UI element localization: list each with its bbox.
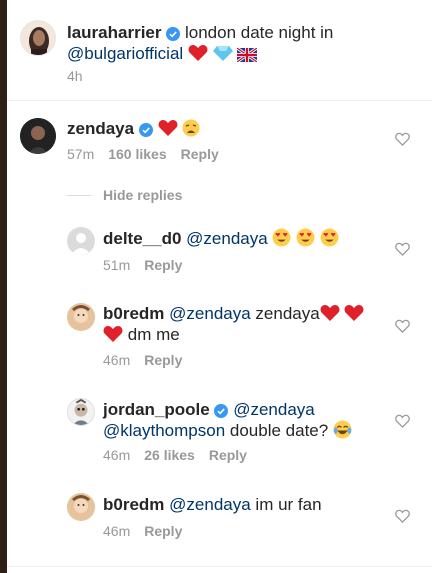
reply-button[interactable]: Reply xyxy=(144,257,182,273)
reply-button[interactable]: Reply xyxy=(144,352,182,368)
heart-outline-icon[interactable] xyxy=(395,509,410,523)
post-time: 4h xyxy=(67,68,83,84)
hide-replies-button[interactable]: Hide replies xyxy=(103,187,182,203)
mention-zendaya[interactable]: @zendaya xyxy=(186,229,268,248)
reply-button[interactable]: Reply xyxy=(181,146,219,162)
red-heart-emoji xyxy=(103,326,123,342)
reply-button[interactable]: Reply xyxy=(144,523,182,539)
heart-eyes-emoji xyxy=(320,228,339,247)
heart-eyes-emoji xyxy=(272,228,291,247)
comment-zendaya-meta: 57m 160 likes Reply xyxy=(67,146,219,162)
reply-text: double date? xyxy=(229,421,329,440)
avatar-zendaya[interactable] xyxy=(20,118,56,154)
verified-badge-icon xyxy=(214,404,229,418)
reply-jordan_poole-text: jordan_poole @zendaya @klaythompson doub… xyxy=(103,399,383,441)
comment-zendaya-text: zendaya xyxy=(67,118,200,139)
avatar-jordan_poole[interactable] xyxy=(67,398,95,426)
heart-outline-icon[interactable] xyxy=(395,319,410,333)
heart-outline-icon[interactable] xyxy=(395,242,410,256)
reply-delte__d0-meta: 51m Reply xyxy=(103,257,183,273)
left-edge-bar xyxy=(0,0,7,573)
reply-text: im ur fan xyxy=(255,495,322,514)
username-lauraharrier[interactable]: lauraharrier xyxy=(67,23,162,42)
avatar-b0redm[interactable] xyxy=(67,303,95,331)
weary-face-emoji xyxy=(182,119,200,137)
mention-zendaya[interactable]: @zendaya xyxy=(169,304,251,323)
gem-emoji xyxy=(212,46,233,61)
avatar-delte__d0[interactable] xyxy=(67,227,95,255)
red-heart-emoji xyxy=(188,45,208,61)
red-heart-emoji xyxy=(344,305,364,321)
reply-text: zendaya xyxy=(255,304,320,323)
reply-delte__d0-text: delte__d0 @zendaya xyxy=(103,228,339,249)
username-b0redm[interactable]: b0redm xyxy=(103,304,164,323)
heart-outline-icon[interactable] xyxy=(395,414,410,428)
reply-b0redm-2-meta: 46m Reply xyxy=(103,523,183,539)
username-zendaya[interactable]: zendaya xyxy=(67,119,134,138)
reply-button[interactable]: Reply xyxy=(209,447,247,463)
bottom-divider xyxy=(7,566,432,567)
likes-count[interactable]: 26 likes xyxy=(144,447,195,463)
reply-jordan_poole-meta: 46m 26 likes Reply xyxy=(103,447,247,463)
caption-divider xyxy=(7,100,432,101)
reply-b0redm-meta: 46m Reply xyxy=(103,352,183,368)
username-b0redm[interactable]: b0redm xyxy=(103,495,164,514)
reply-b0redm-2-text: b0redm @zendaya im ur fan xyxy=(103,494,322,515)
red-heart-emoji xyxy=(158,120,178,136)
laughing-tears-emoji xyxy=(333,420,352,439)
reply-text-line-2: dm me xyxy=(127,325,180,344)
heart-outline-icon[interactable] xyxy=(395,132,410,146)
mention-zendaya[interactable]: @zendaya xyxy=(169,495,251,514)
username-delte__d0[interactable]: delte__d0 xyxy=(103,229,181,248)
avatar-b0redm[interactable] xyxy=(67,493,95,521)
red-heart-emoji xyxy=(320,305,340,321)
hide-replies-line xyxy=(67,195,91,196)
mention-bulgariofficial[interactable]: @bulgariofficial xyxy=(67,44,183,63)
likes-count[interactable]: 160 likes xyxy=(108,146,166,162)
verified-badge-icon xyxy=(138,123,153,137)
verified-badge-icon xyxy=(166,27,181,41)
username-jordan_poole[interactable]: jordan_poole xyxy=(103,400,210,419)
mention-klaythompson[interactable]: @klaythompson xyxy=(103,421,225,440)
reply-b0redm-text: b0redm @zendaya zendaya dm me xyxy=(103,303,373,345)
heart-eyes-emoji xyxy=(296,228,315,247)
mention-zendaya[interactable]: @zendaya xyxy=(233,400,315,419)
avatar-lauraharrier[interactable] xyxy=(20,20,56,56)
uk-flag-emoji xyxy=(237,48,258,62)
post-caption: lauraharrier london date night in @bulga… xyxy=(67,22,397,64)
caption-text: london date night in xyxy=(184,23,334,42)
